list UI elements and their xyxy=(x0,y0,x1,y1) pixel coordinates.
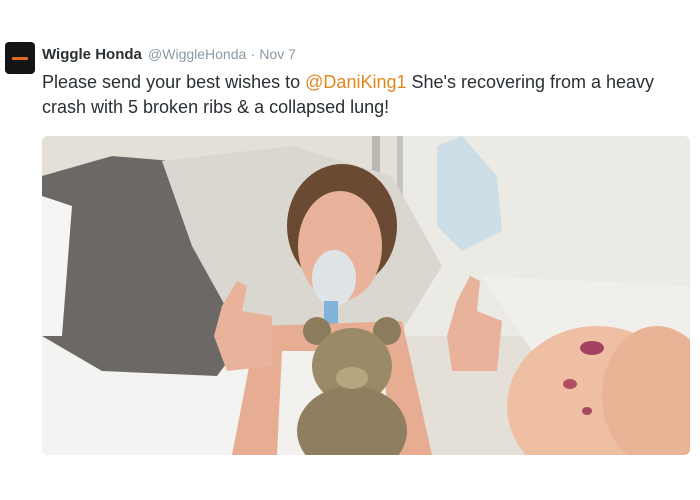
photo-bruise-3 xyxy=(582,407,592,415)
avatar[interactable] xyxy=(5,42,35,74)
tweet-photo[interactable] xyxy=(42,136,690,455)
author-name[interactable]: Wiggle Honda xyxy=(42,46,142,63)
photo-teddy-snout xyxy=(336,367,368,389)
tweet-card: Wiggle Honda @WiggleHonda · Nov 7 Please… xyxy=(0,0,700,500)
photo-bruise-1 xyxy=(580,341,604,355)
tweet-text: Please send your best wishes to @DaniKin… xyxy=(42,70,682,120)
mention-link[interactable]: @DaniKing1 xyxy=(305,72,406,92)
photo-illustration xyxy=(42,136,690,455)
author-handle[interactable]: @WiggleHonda xyxy=(148,46,246,62)
team-logo-icon xyxy=(12,56,28,60)
tweet-header: Wiggle Honda @WiggleHonda · Nov 7 xyxy=(42,44,296,65)
photo-bruise-2 xyxy=(563,379,577,389)
tweet-text-intro: Please send your best wishes to xyxy=(42,72,306,92)
tweet-timestamp[interactable]: Nov 7 xyxy=(259,46,296,62)
photo-oxygen-mask xyxy=(312,250,356,306)
header-separator: · xyxy=(250,46,256,62)
